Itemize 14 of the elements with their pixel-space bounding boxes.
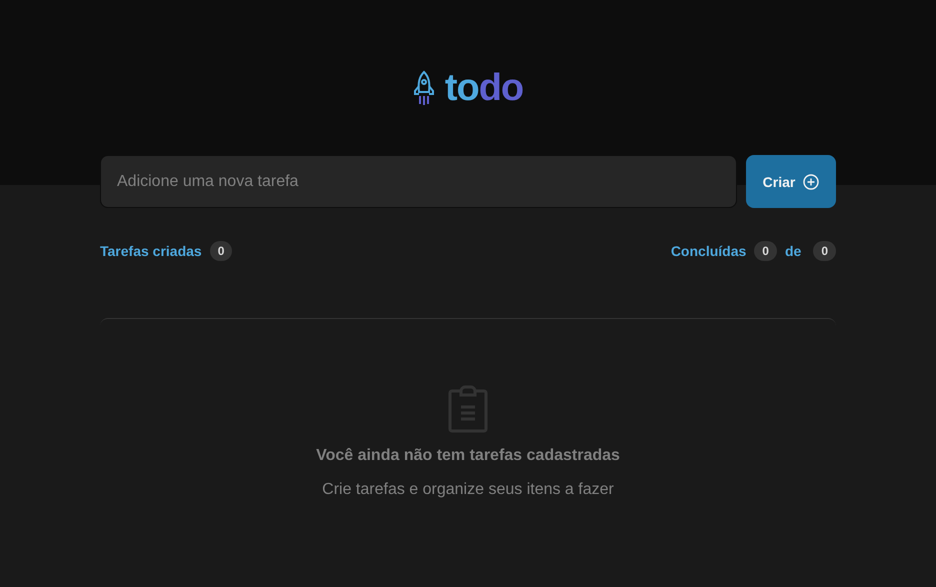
created-count: 0	[210, 241, 232, 261]
of-label: de	[784, 243, 802, 259]
rocket-icon	[412, 70, 435, 106]
empty-subtitle: Crie tarefas e organize seus itens a fazer	[322, 481, 614, 499]
done-count: 0	[754, 241, 777, 261]
logo-text: todo	[444, 66, 524, 110]
total-count: 0	[813, 241, 836, 261]
plus-circle-icon	[803, 174, 820, 190]
create-button[interactable]: Criar	[746, 155, 836, 208]
created-label: Tarefas criadas	[100, 243, 202, 259]
done-label: Concluídas	[670, 243, 746, 259]
task-input[interactable]: Adicione uma nova tarefa	[100, 155, 737, 208]
clipboard-icon	[448, 385, 488, 433]
empty-title: Você ainda não tem tarefas cadastradas	[316, 447, 620, 465]
